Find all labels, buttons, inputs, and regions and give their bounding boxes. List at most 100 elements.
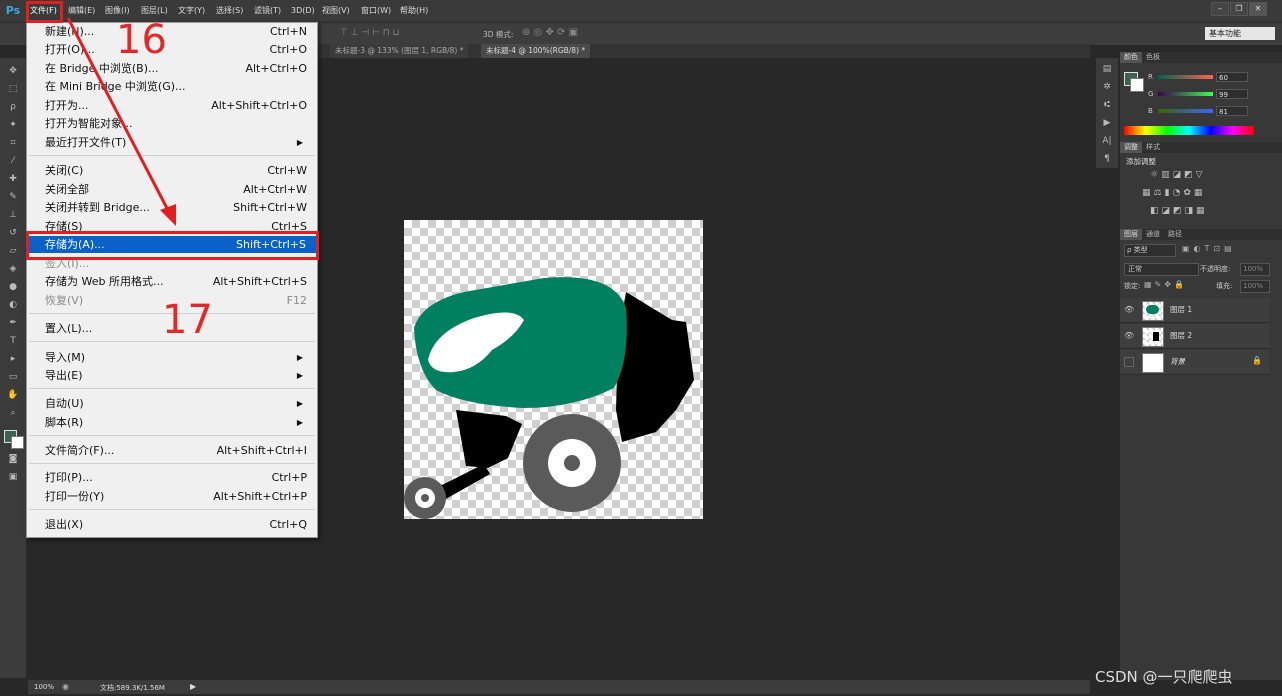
fill-label: 填充: (1216, 282, 1233, 290)
step-number-17: 17 (162, 297, 213, 343)
menu-item-print-one-copy[interactable]: 打印一份(Y) Alt+Shift+Ctrl+P (45, 488, 307, 505)
g-slider[interactable] (1158, 92, 1213, 96)
document-size: 文档:589.3K/1.56M (100, 684, 165, 692)
menu-separator (29, 388, 315, 389)
document-canvas[interactable] (404, 220, 703, 519)
layer-thumbnail (1142, 327, 1164, 347)
layer-name[interactable]: 背景 (1170, 356, 1185, 367)
menu-item-exit[interactable]: 退出(X) Ctrl+Q (45, 516, 307, 533)
menu-separator (29, 509, 315, 510)
small-wheel-center (421, 494, 429, 502)
adjustment-icons-row-2[interactable]: ▦⚖▮◔✿▦ (1142, 188, 1205, 198)
mower-black-body (616, 292, 694, 442)
tab-channels[interactable]: 通道 (1142, 229, 1164, 240)
lock-icon: 🔒 (1252, 356, 1262, 365)
g-label: G (1148, 90, 1154, 98)
opacity-field[interactable]: 100% (1240, 263, 1270, 276)
menu-help[interactable]: 帮助(H) (400, 4, 428, 18)
visibility-toggle[interactable] (1124, 357, 1134, 367)
layer-row-2[interactable]: 👁 图层 2 (1120, 324, 1270, 349)
b-value[interactable]: 81 (1216, 106, 1248, 116)
layer-thumbnail (1142, 301, 1164, 321)
menu-separator (29, 435, 315, 436)
lock-icons[interactable]: ▦✎✥🔒 (1144, 280, 1187, 289)
tab-paths[interactable]: 路径 (1164, 229, 1186, 240)
layer-row-background[interactable]: 背景 🔒 (1120, 350, 1270, 375)
menu-separator (29, 463, 315, 464)
visibility-eye-icon[interactable]: 👁 (1124, 331, 1134, 341)
large-wheel-center (564, 455, 580, 471)
properties-panel-icon[interactable]: ✲ (1098, 80, 1116, 95)
close-button[interactable]: ✕ (1249, 2, 1267, 16)
brush-panel-icon[interactable]: ⑆ (1098, 98, 1116, 113)
b-slider[interactable] (1158, 109, 1213, 113)
status-bar: 100% ◉ 文档:589.3K/1.56M ▶ (28, 680, 1090, 694)
color-spectrum-ramp[interactable] (1124, 126, 1254, 135)
lock-label: 锁定: (1124, 282, 1141, 290)
watermark: CSDN @一只爬爬虫 (1095, 668, 1233, 686)
shape-tool-icon[interactable]: ▭ (4, 370, 22, 385)
tab-swatches[interactable]: 色板 (1142, 52, 1164, 63)
actions-panel-icon[interactable]: ▶ (1098, 116, 1116, 131)
pen-tool-icon[interactable]: ✒ (4, 316, 22, 331)
adjust-panel-tabs: 调整 样式 (1120, 142, 1282, 153)
layer-filter-select[interactable]: ρ 类型 (1124, 244, 1176, 257)
adjustment-icons-row-3[interactable]: ◧◪◩◨▦ (1150, 206, 1208, 216)
workspace-select[interactable]: 基本功能 (1205, 27, 1275, 40)
tab-layers[interactable]: 图层 (1120, 229, 1142, 240)
fill-field[interactable]: 100% (1240, 280, 1270, 293)
layer-thumbnail (1142, 353, 1164, 373)
quick-mask-icon[interactable]: ◙ (4, 452, 22, 467)
submenu-arrow-icon: ▶ (296, 418, 303, 427)
visibility-eye-icon[interactable]: 👁 (1124, 305, 1134, 315)
menu-item-import[interactable]: 导入(M) ▶ (45, 349, 307, 366)
paragraph-panel-icon[interactable]: ¶ (1098, 152, 1116, 167)
status-menu-arrow-icon[interactable]: ▶ (190, 682, 196, 691)
b-label: B (1148, 107, 1153, 115)
tab-untitled-4[interactable]: 未标题-4 @ 100%(RGB/8) * (481, 44, 591, 58)
step-number-16: 16 (116, 17, 167, 63)
menu-item-automate[interactable]: 自动(U) ▶ (45, 395, 307, 412)
hand-tool-icon[interactable]: ✋ (4, 388, 22, 403)
path-selection-tool-icon[interactable]: ▸ (4, 352, 22, 367)
submenu-arrow-icon: ▶ (296, 399, 303, 408)
dodge-tool-icon[interactable]: ◐ (4, 298, 22, 313)
adjustment-icons-row-1[interactable]: ☼▥◪◩▽ (1150, 170, 1206, 180)
zoom-level[interactable]: 100% (34, 683, 54, 691)
status-info-icon[interactable]: ◉ (62, 682, 69, 691)
add-adjustment-title: 添加调整 (1126, 157, 1156, 166)
mower-rear-bracket (456, 410, 522, 468)
color-panel-background[interactable] (1130, 78, 1144, 92)
restore-button[interactable]: ❐ (1230, 2, 1248, 16)
layer-name[interactable]: 图层 1 (1170, 304, 1192, 315)
history-panel-icon[interactable]: ▤ (1098, 62, 1116, 77)
3d-mode-label: 3D 模式: (483, 30, 514, 39)
layer-row-1[interactable]: 👁 图层 1 (1120, 298, 1270, 323)
type-tool-icon[interactable]: T (4, 334, 22, 349)
submenu-arrow-icon: ▶ (296, 371, 303, 380)
tab-adjustments[interactable]: 调整 (1120, 142, 1142, 153)
opacity-label: 不透明度: (1200, 265, 1231, 273)
tab-color[interactable]: 颜色 (1120, 52, 1142, 63)
menu-item-print[interactable]: 打印(P)... Ctrl+P (45, 469, 307, 486)
tab-styles[interactable]: 样式 (1142, 142, 1164, 153)
3d-mode-icons[interactable]: ⊛ ◎ ✥ ⟳ ▣ (522, 27, 578, 38)
minimize-button[interactable]: – (1211, 2, 1229, 16)
submenu-arrow-icon: ▶ (296, 353, 303, 362)
r-value[interactable]: 60 (1216, 72, 1248, 82)
screen-mode-icon[interactable]: ▣ (4, 470, 22, 485)
menu-item-file-info[interactable]: 文件简介(F)... Alt+Shift+Ctrl+I (45, 442, 307, 459)
lawn-mower-artwork (404, 277, 694, 519)
layers-panel-tabs: 图层 通道 路径 (1120, 229, 1282, 240)
blend-mode-select[interactable]: 正常 (1124, 263, 1199, 276)
menu-item-scripts[interactable]: 脚本(R) ▶ (45, 414, 307, 431)
collapsed-panel-dock: ▤ ✲ ⑆ ▶ A| ¶ (1096, 58, 1118, 168)
menu-item-export[interactable]: 导出(E) ▶ (45, 367, 307, 384)
r-slider[interactable] (1158, 75, 1213, 79)
background-color-swatch[interactable] (11, 436, 24, 449)
layer-name[interactable]: 图层 2 (1170, 330, 1192, 341)
character-panel-icon[interactable]: A| (1098, 134, 1116, 149)
g-value[interactable]: 99 (1216, 89, 1248, 99)
zoom-tool-icon[interactable]: ⌕ (4, 406, 22, 421)
layer-filter-icons[interactable]: ▣◐T⊡▤ (1182, 244, 1236, 253)
